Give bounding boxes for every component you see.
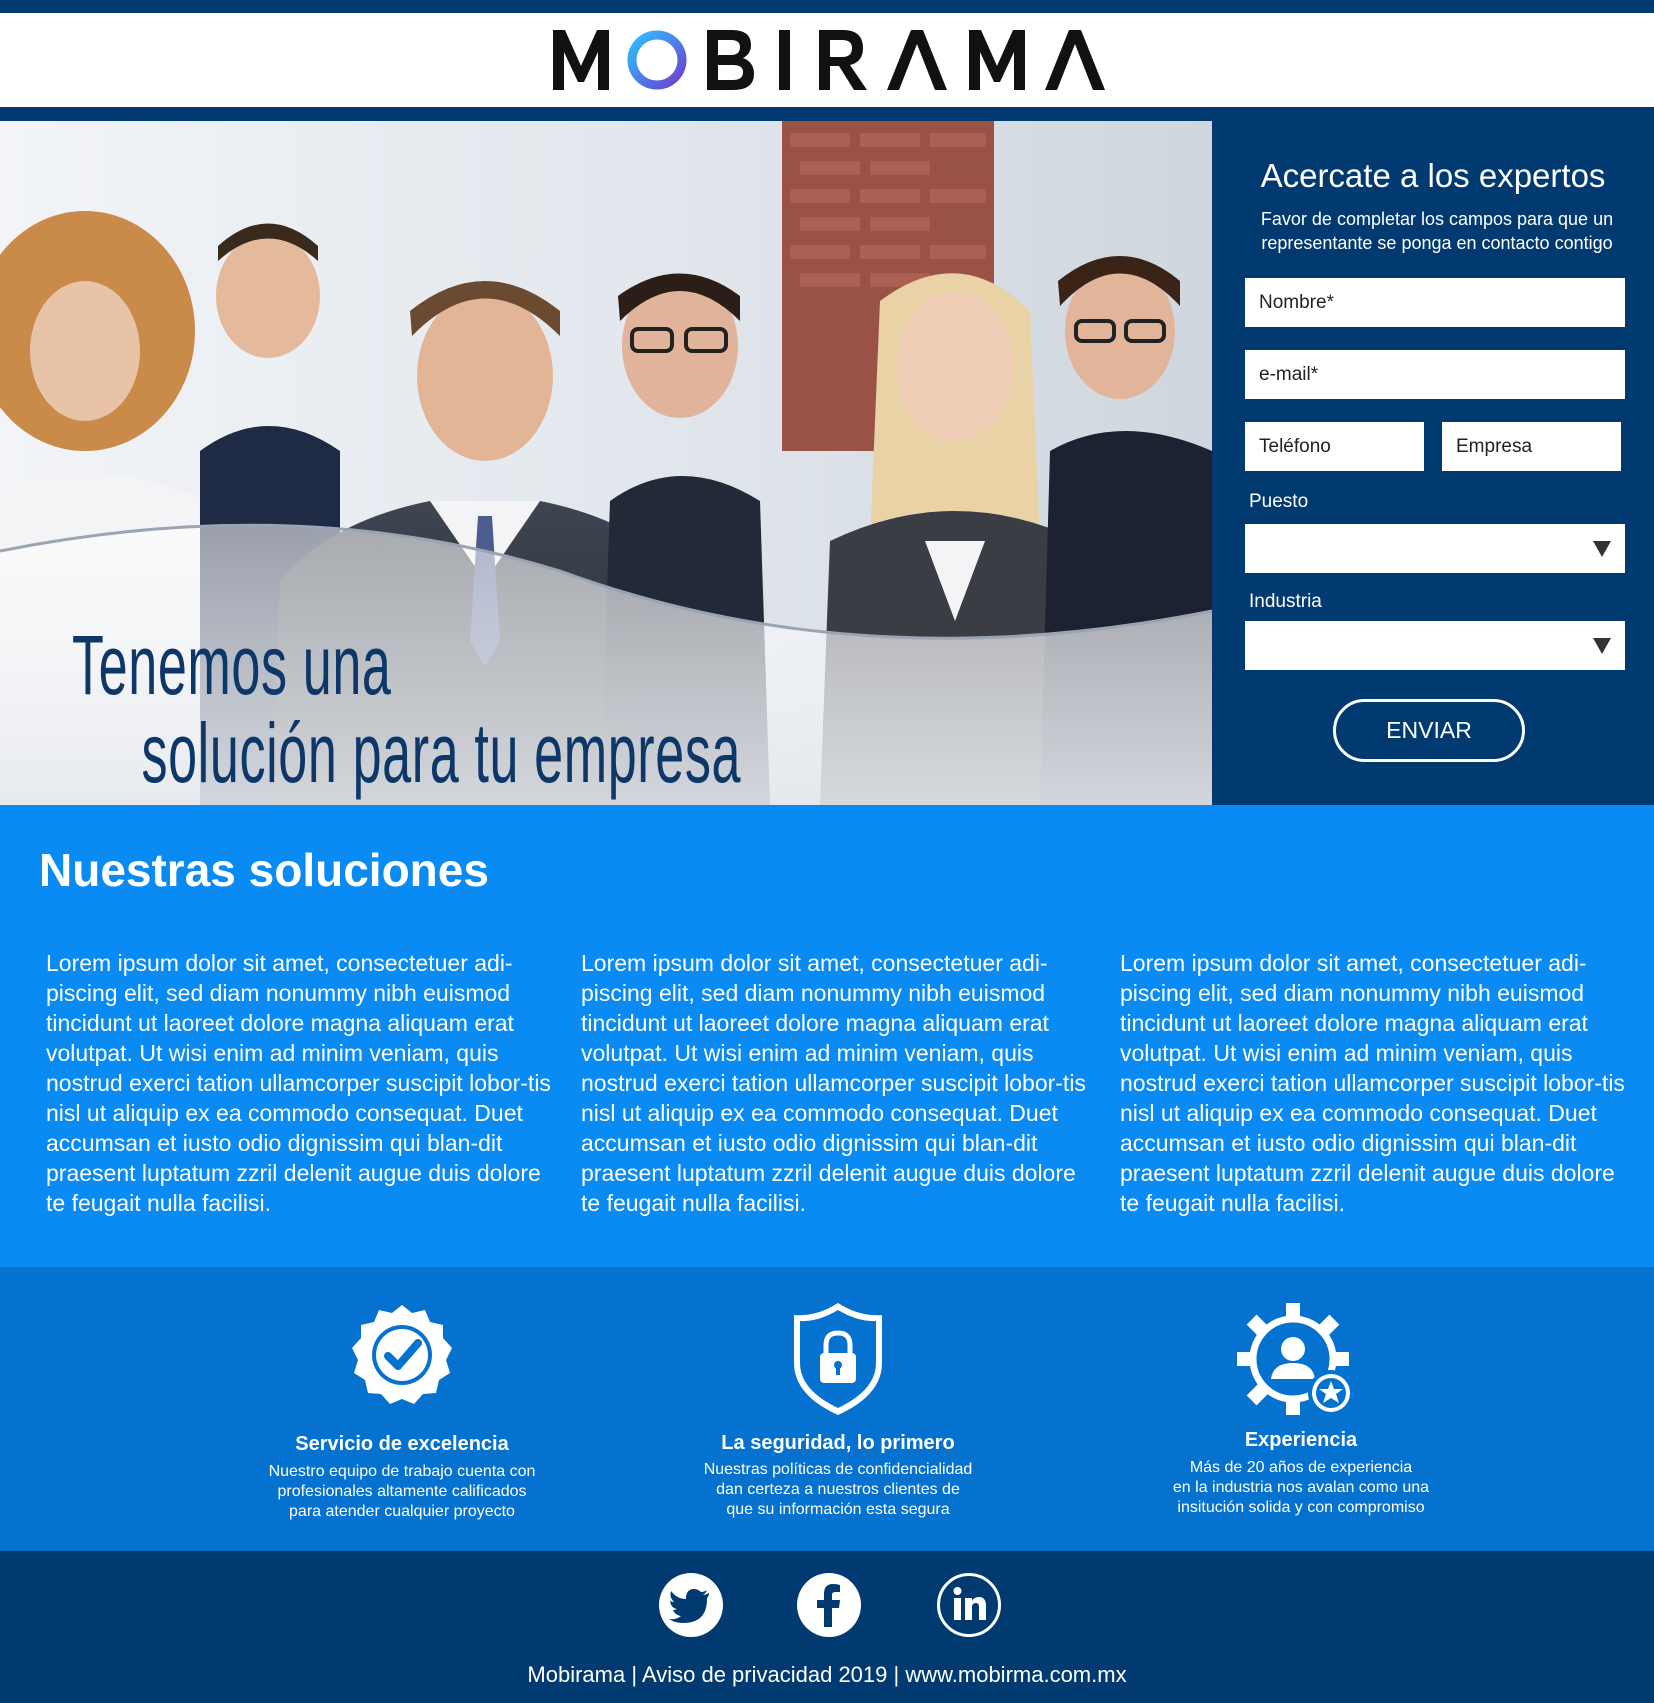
feature-desc: Nuestro equipo de trabajo cuenta con pro… bbox=[232, 1462, 572, 1522]
linkedin-icon[interactable] bbox=[937, 1573, 1001, 1637]
facebook-icon[interactable] bbox=[797, 1573, 861, 1637]
mobirama-logo[interactable] bbox=[0, 13, 1654, 107]
chevron-down-icon bbox=[1593, 638, 1611, 654]
feature-desc-line: en la industria nos avalan como una bbox=[1172, 1479, 1430, 1496]
shield-lock-icon bbox=[794, 1303, 882, 1415]
empresa-field[interactable]: Empresa bbox=[1442, 422, 1621, 471]
feature-desc-line: Nuestras políticas de confidencialidad bbox=[703, 1461, 973, 1478]
feature-desc-line: profesionales altamente calificados bbox=[277, 1483, 527, 1500]
header-divider bbox=[0, 107, 1654, 121]
hero-headline: Tenemos una solución para tu empresa bbox=[72, 621, 741, 797]
feature-desc: Más de 20 años de experiencia en la indu… bbox=[1131, 1458, 1471, 1518]
feature-desc-line: Más de 20 años de experiencia bbox=[1189, 1459, 1413, 1476]
hero-banner: Tenemos una solución para tu empresa bbox=[0, 121, 1212, 805]
solutions-column-3: Lorem ipsum dolor sit amet, consectetuer… bbox=[1120, 950, 1625, 1216]
solutions-title: Nuestras soluciones bbox=[39, 844, 489, 896]
site-footer: Mobirama | Aviso de privacidad 2019 | ww… bbox=[0, 1551, 1654, 1703]
hero-headline-line1: Tenemos una bbox=[72, 618, 392, 712]
enviar-button[interactable]: ENVIAR bbox=[1333, 699, 1525, 762]
puesto-select[interactable] bbox=[1245, 524, 1625, 573]
feature-desc-line: que su información esta segura bbox=[726, 1501, 950, 1518]
feature-desc-line: para atender cualquier proyecto bbox=[289, 1503, 515, 1520]
nombre-field[interactable]: Nombre* bbox=[1245, 278, 1625, 327]
form-title: Acercate a los expertos bbox=[1260, 157, 1606, 194]
industria-select[interactable] bbox=[1245, 621, 1625, 670]
feature-desc: Nuestras políticas de confidencialidad d… bbox=[668, 1460, 1008, 1520]
chevron-down-icon bbox=[1593, 541, 1611, 557]
feature-desc-line: Nuestro equipo de trabajo cuenta con bbox=[268, 1463, 536, 1480]
top-accent-bar bbox=[0, 0, 1654, 13]
hero-headline-line2: solución para tu empresa bbox=[141, 706, 742, 800]
feature-title: Experiencia bbox=[1244, 1429, 1358, 1451]
email-field[interactable]: e-mail* bbox=[1245, 350, 1625, 399]
telefono-field[interactable]: Teléfono bbox=[1245, 422, 1424, 471]
feature-title: La seguridad, lo primero bbox=[721, 1432, 955, 1454]
badge-check-icon bbox=[352, 1305, 452, 1404]
form-subtitle: Favor de completar los campos para que u… bbox=[1260, 209, 1614, 253]
linkedin-in-glyph bbox=[953, 1587, 986, 1620]
industria-label: Industria bbox=[1249, 591, 1322, 612]
gear-user-star-icon bbox=[1237, 1303, 1354, 1416]
solutions-column-1: Lorem ipsum dolor sit amet, consectetuer… bbox=[46, 950, 551, 1216]
feature-title: Servicio de excelencia bbox=[295, 1433, 509, 1455]
contact-form-panel: Acercate a los expertos Favor de complet… bbox=[1212, 121, 1654, 805]
twitter-icon[interactable] bbox=[659, 1573, 723, 1637]
solutions-column-2: Lorem ipsum dolor sit amet, consectetuer… bbox=[581, 950, 1086, 1216]
site-header bbox=[0, 13, 1654, 107]
feature-desc-line: insitución solida y con compromiso bbox=[1177, 1499, 1425, 1516]
feature-desc-line: dan certeza a nuestros clientes de bbox=[716, 1481, 960, 1498]
features-section: Servicio de excelencia Nuestro equipo de… bbox=[0, 1267, 1654, 1551]
puesto-label: Puesto bbox=[1249, 491, 1309, 512]
logo-wordmark bbox=[553, 30, 1105, 90]
facebook-f-glyph bbox=[817, 1584, 840, 1627]
solutions-section: Nuestras soluciones Lorem ipsum dolor si… bbox=[0, 805, 1654, 1267]
twitter-bird-glyph bbox=[669, 1589, 709, 1623]
footer-text: Mobirama | Aviso de privacidad 2019 | ww… bbox=[527, 1662, 1127, 1687]
